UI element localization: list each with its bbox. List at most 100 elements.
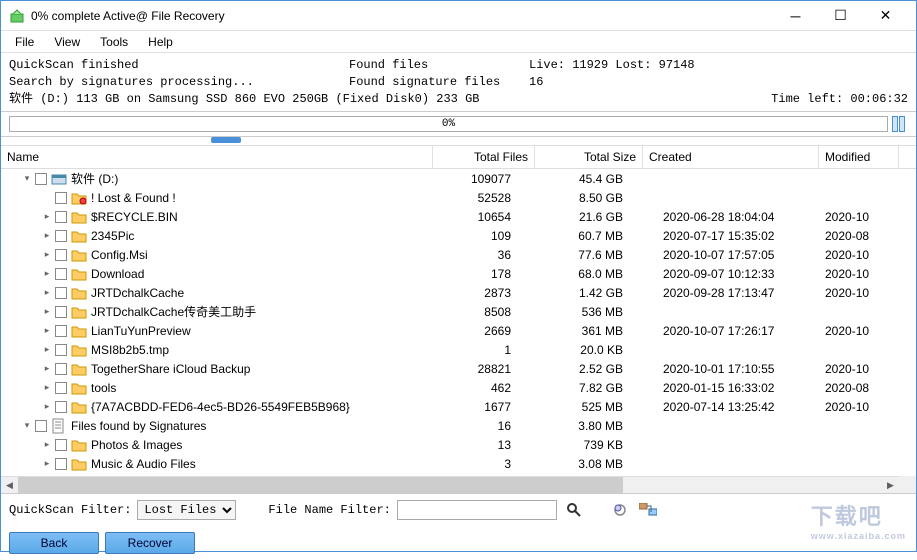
menu-help[interactable]: Help xyxy=(138,33,183,51)
table-row[interactable]: ▸JRTDchalkCache28731.42 GB2020-09-28 17:… xyxy=(1,283,916,302)
row-name: LianTuYunPreview xyxy=(91,324,191,338)
row-size: 361 MB xyxy=(535,324,643,338)
row-size: 525 MB xyxy=(535,400,643,414)
table-row[interactable]: ! Lost & Found !525288.50 GB xyxy=(1,188,916,207)
expand-icon[interactable]: ▸ xyxy=(41,401,53,412)
expand-icon[interactable]: ▸ xyxy=(41,344,53,355)
expand-icon[interactable]: ▸ xyxy=(41,268,53,279)
col-created[interactable]: Created xyxy=(643,146,819,168)
table-row[interactable]: ▸LianTuYunPreview2669361 MB2020-10-07 17… xyxy=(1,321,916,340)
table-row[interactable]: ▸Photos & Images13739 KB xyxy=(1,435,916,454)
expand-icon[interactable]: ▸ xyxy=(41,211,53,222)
expand-icon[interactable]: ▸ xyxy=(41,249,53,260)
row-files: 36 xyxy=(433,248,535,262)
status-timeleft: Time left: 00:06:32 xyxy=(771,91,908,108)
expand-icon[interactable]: ▾ xyxy=(21,420,33,431)
folder-icon xyxy=(71,380,87,396)
row-checkbox[interactable] xyxy=(35,173,47,185)
menu-file[interactable]: File xyxy=(5,33,44,51)
maximize-button[interactable]: ☐ xyxy=(818,1,863,30)
row-modified: 2020-10 xyxy=(819,267,899,281)
column-splitter-handle[interactable] xyxy=(211,137,241,143)
row-name: JRTDchalkCache xyxy=(91,286,184,300)
filename-filter-input[interactable] xyxy=(397,500,557,520)
table-row[interactable]: ▾软件 (D:)10907745.4 GB xyxy=(1,169,916,188)
row-created: 2020-01-15 16:33:02 xyxy=(643,381,819,395)
row-checkbox[interactable] xyxy=(55,287,67,299)
table-row[interactable]: ▸tools4627.82 GB2020-01-15 16:33:022020-… xyxy=(1,378,916,397)
table-row[interactable]: ▸Config.Msi3677.6 MB2020-10-07 17:57:052… xyxy=(1,245,916,264)
back-button[interactable]: Back xyxy=(9,532,99,554)
row-size: 3.08 MB xyxy=(535,457,643,471)
table-row[interactable]: ▾Files found by Signatures163.80 MB xyxy=(1,416,916,435)
menu-view[interactable]: View xyxy=(44,33,90,51)
row-size: 7.82 GB xyxy=(535,381,643,395)
scroll-right-icon[interactable]: ▶ xyxy=(882,477,899,494)
col-name[interactable]: Name xyxy=(1,146,433,168)
menu-tools[interactable]: Tools xyxy=(90,33,138,51)
refresh-icon[interactable] xyxy=(609,500,631,520)
expand-icon[interactable]: ▸ xyxy=(41,382,53,393)
row-checkbox[interactable] xyxy=(55,401,67,413)
row-files: 2669 xyxy=(433,324,535,338)
row-checkbox[interactable] xyxy=(55,211,67,223)
status-disk-info: 软件 (D:) 113 GB on Samsung SSD 860 EVO 25… xyxy=(9,91,479,108)
minimize-button[interactable]: ─ xyxy=(773,1,818,30)
row-size: 536 MB xyxy=(535,305,643,319)
row-name: Photos & Images xyxy=(91,438,182,452)
row-name: 软件 (D:) xyxy=(71,170,118,187)
row-files: 10654 xyxy=(433,210,535,224)
row-checkbox[interactable] xyxy=(55,363,67,375)
status-search-sig: Search by signatures processing... xyxy=(9,74,349,91)
search-icon[interactable] xyxy=(563,500,585,520)
col-total-files[interactable]: Total Files xyxy=(433,146,535,168)
row-checkbox[interactable] xyxy=(55,306,67,318)
expand-icon[interactable]: ▸ xyxy=(41,363,53,374)
row-checkbox[interactable] xyxy=(55,268,67,280)
expand-icon[interactable]: ▸ xyxy=(41,287,53,298)
app-icon xyxy=(9,8,25,24)
row-name: {7A7ACBDD-FED6-4ec5-BD26-5549FEB5B968} xyxy=(91,400,350,414)
table-row[interactable]: ▸Music & Audio Files33.08 MB xyxy=(1,454,916,473)
table-row[interactable]: ▸MSI8b2b5.tmp120.0 KB xyxy=(1,340,916,359)
row-size: 20.0 KB xyxy=(535,343,643,357)
row-checkbox[interactable] xyxy=(55,192,67,204)
row-size: 8.50 GB xyxy=(535,191,643,205)
row-files: 28821 xyxy=(433,362,535,376)
network-icon[interactable] xyxy=(637,500,659,520)
recover-button[interactable]: Recover xyxy=(105,532,195,554)
table-row[interactable]: ▸$RECYCLE.BIN1065421.6 GB2020-06-28 18:0… xyxy=(1,207,916,226)
row-checkbox[interactable] xyxy=(55,382,67,394)
folder-icon xyxy=(71,209,87,225)
col-modified[interactable]: Modified xyxy=(819,146,899,168)
scrollbar-horizontal[interactable]: ◀ ▶ xyxy=(1,476,899,493)
row-checkbox[interactable] xyxy=(55,325,67,337)
progress-toggle-icon[interactable] xyxy=(892,116,908,132)
table-row[interactable]: ▸2345Pic10960.7 MB2020-07-17 15:35:02202… xyxy=(1,226,916,245)
col-total-size[interactable]: Total Size xyxy=(535,146,643,168)
progress-bar: 0% xyxy=(9,116,888,132)
scroll-thumb[interactable] xyxy=(18,477,623,494)
table-row[interactable]: ▸TogetherShare iCloud Backup288212.52 GB… xyxy=(1,359,916,378)
expand-icon[interactable]: ▸ xyxy=(41,458,53,469)
table-row[interactable]: ▸JRTDchalkCache传奇美工助手8508536 MB xyxy=(1,302,916,321)
row-checkbox[interactable] xyxy=(35,420,47,432)
expand-icon[interactable]: ▾ xyxy=(21,173,33,184)
quickscan-filter-select[interactable]: Lost Files xyxy=(137,500,236,520)
table-row[interactable]: ▸Download17868.0 MB2020-09-07 10:12:3320… xyxy=(1,264,916,283)
close-button[interactable]: ✕ xyxy=(863,1,908,30)
folder-icon xyxy=(71,361,87,377)
expand-icon[interactable]: ▸ xyxy=(41,325,53,336)
expand-icon[interactable]: ▸ xyxy=(41,306,53,317)
expand-icon[interactable]: ▸ xyxy=(41,230,53,241)
row-checkbox[interactable] xyxy=(55,230,67,242)
scroll-left-icon[interactable]: ◀ xyxy=(1,477,18,494)
row-modified: 2020-10 xyxy=(819,324,899,338)
row-checkbox[interactable] xyxy=(55,344,67,356)
row-checkbox[interactable] xyxy=(55,439,67,451)
table-row[interactable]: ▸{7A7ACBDD-FED6-4ec5-BD26-5549FEB5B968}1… xyxy=(1,397,916,416)
row-checkbox[interactable] xyxy=(55,458,67,470)
row-name: Files found by Signatures xyxy=(71,419,206,433)
expand-icon[interactable]: ▸ xyxy=(41,439,53,450)
row-checkbox[interactable] xyxy=(55,249,67,261)
